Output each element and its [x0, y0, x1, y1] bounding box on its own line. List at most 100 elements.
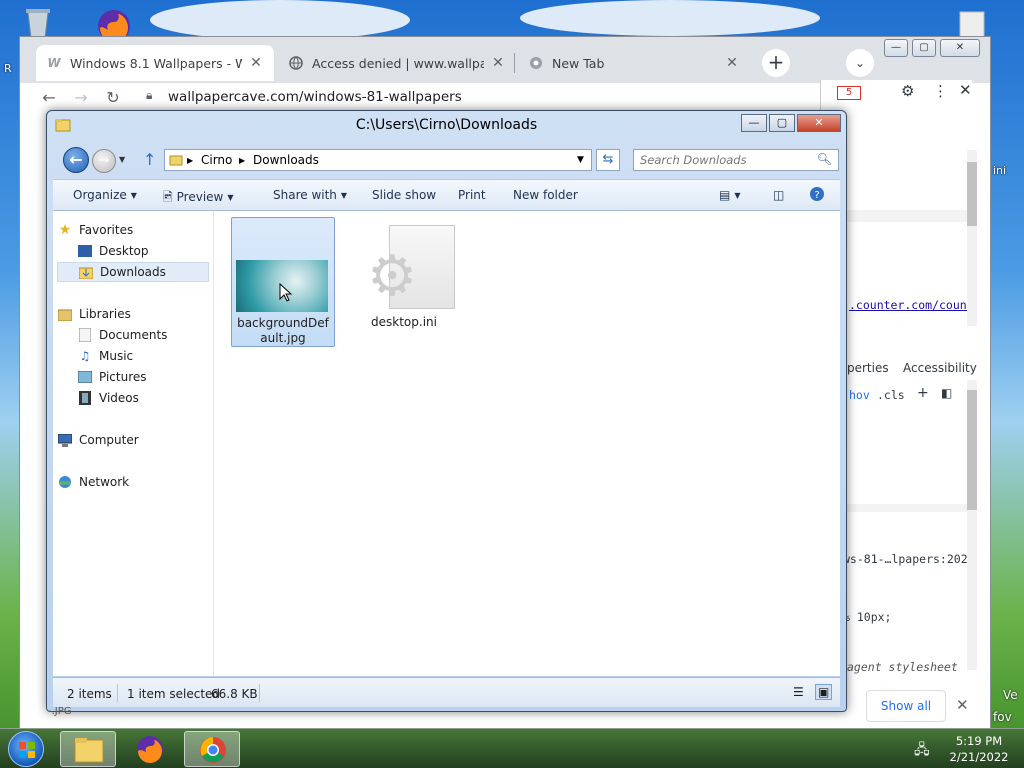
taskbar-firefox[interactable]: [122, 731, 178, 767]
explorer-window: C:\Users\Cirno\Downloads — ▢ ✕ ← → ▼ ↑ ▶…: [46, 110, 847, 712]
chrome-tab-strip: W Windows 8.1 Wallpapers - Wallpa ✕ Acce…: [20, 37, 990, 83]
new-folder-button[interactable]: New folder: [513, 188, 578, 202]
network-tray-icon[interactable]: 🖧︎: [914, 739, 930, 763]
tab-separator: [514, 53, 515, 73]
desktop-edge-label: Ve: [1003, 688, 1018, 702]
tab-close-icon[interactable]: ✕: [248, 55, 264, 71]
nav-documents[interactable]: Documents: [77, 325, 209, 345]
back-arrow-icon: ←: [69, 150, 83, 169]
desktop-edge-label: R: [4, 62, 12, 75]
cloud: [150, 0, 410, 40]
error-count-badge[interactable]: 5: [837, 86, 861, 100]
recent-pages-dropdown[interactable]: ▼: [119, 155, 125, 164]
nav-computer[interactable]: Computer: [57, 430, 209, 450]
address-bar[interactable]: ▶ Cirno ▶ Downloads ▼: [164, 149, 592, 171]
tab-properties[interactable]: perties: [847, 361, 889, 375]
print-button[interactable]: Print: [458, 188, 486, 202]
globe-icon: [288, 55, 304, 71]
counter-link[interactable]: .counter.com/count: [849, 298, 974, 312]
preview-button[interactable]: 🖻︎ Preview ▼: [163, 188, 234, 209]
address-dropdown-icon[interactable]: ▼: [577, 155, 584, 165]
slide-show-button[interactable]: Slide show: [372, 188, 436, 202]
file-item-backgrounddefault[interactable]: backgroundDefault.jpg: [231, 217, 335, 347]
scrollbar-thumb[interactable]: [967, 162, 977, 226]
nav-music[interactable]: ♫ Music: [77, 346, 209, 366]
folder-icon: [169, 153, 183, 170]
organize-button[interactable]: Organize ▼: [73, 188, 137, 202]
lock-icon: 🔒︎: [146, 88, 153, 102]
tab-label: Windows 8.1 Wallpapers - Wallpa: [70, 55, 242, 71]
refresh-button[interactable]: ⇆: [596, 149, 620, 171]
taskbar: 🖧︎ 5:19 PM 2/21/2022: [0, 728, 1024, 768]
clock[interactable]: 5:19 PM 2/21/2022: [944, 733, 1014, 765]
share-with-button[interactable]: Share with ▼: [273, 188, 347, 202]
minimize-button[interactable]: —: [884, 39, 908, 57]
add-style-icon[interactable]: +: [917, 385, 929, 401]
taskbar-chrome[interactable]: [184, 731, 240, 767]
address-bar[interactable]: wallpapercave.com/windows-81-wallpapers: [168, 89, 462, 105]
help-icon[interactable]: ?: [809, 186, 825, 205]
view-options-button[interactable]: ▤ ▼: [719, 188, 741, 202]
search-box[interactable]: 🔍︎: [633, 149, 839, 171]
nav-videos[interactable]: Videos: [77, 388, 209, 408]
breadcrumb-downloads[interactable]: Downloads: [253, 153, 319, 167]
taskbar-explorer[interactable]: [60, 731, 116, 767]
view-icon: ▤: [719, 188, 731, 202]
tab-new-tab[interactable]: New Tab ✕: [518, 45, 750, 81]
breadcrumb-chevron-icon[interactable]: ▶: [187, 156, 193, 165]
forward-arrow-icon[interactable]: →: [70, 87, 92, 109]
back-arrow-icon[interactable]: ←: [38, 87, 60, 109]
close-icon[interactable]: ✕: [956, 696, 969, 714]
tab-accessibility[interactable]: Accessibility: [903, 361, 977, 375]
new-tab-button[interactable]: +: [762, 49, 790, 77]
devtools-menu-icon[interactable]: ⋮: [933, 82, 948, 100]
hov-toggle[interactable]: hov: [849, 388, 870, 402]
minimize-button[interactable]: —: [741, 114, 767, 132]
wallpapercave-favicon-icon: W: [47, 56, 61, 70]
nav-desktop[interactable]: Desktop: [77, 241, 209, 261]
start-button[interactable]: [8, 731, 44, 767]
back-button[interactable]: ←: [63, 147, 89, 173]
toggle-sidebar-icon[interactable]: ◧: [941, 386, 952, 400]
details-view-icon[interactable]: ☰: [793, 685, 804, 699]
nav-downloads[interactable]: Downloads: [57, 262, 209, 282]
forward-button[interactable]: →: [92, 149, 116, 173]
tab-search-button[interactable]: ⌄: [846, 49, 874, 77]
up-arrow-icon[interactable]: ↑: [143, 150, 156, 169]
clock-time: 5:19 PM: [955, 734, 1003, 748]
show-all-button[interactable]: Show all: [866, 690, 946, 722]
nav-network[interactable]: Network: [57, 472, 209, 492]
tab-close-icon[interactable]: ✕: [724, 55, 740, 71]
desktop-edge-label: fov: [993, 710, 1012, 724]
computer-icon: [57, 432, 73, 448]
nav-libraries[interactable]: Libraries: [57, 304, 209, 324]
breadcrumb-chevron-icon[interactable]: ▶: [239, 156, 245, 165]
file-name: backgroundDefault.jpg: [237, 316, 329, 345]
large-icons-view-icon[interactable]: ▣: [815, 684, 833, 700]
settings-gear-icon[interactable]: ⚙: [901, 82, 914, 100]
close-button[interactable]: ✕: [940, 39, 980, 57]
cls-toggle[interactable]: .cls: [877, 388, 905, 402]
explorer-nav-bar: ← → ▼ ↑ ▶ Cirno ▶ Downloads ▼ ⇆ 🔍︎: [47, 145, 846, 175]
source-link[interactable]: ws-81-…lpapers:202: [843, 552, 968, 566]
tab-close-icon[interactable]: ✕: [490, 55, 506, 71]
search-input[interactable]: [640, 151, 816, 169]
maximize-button[interactable]: ▢: [912, 39, 936, 57]
nav-favorites[interactable]: ★ Favorites: [57, 220, 209, 240]
tab-access-denied[interactable]: Access denied | www.wallpaperb ✕: [278, 45, 516, 81]
preview-pane-icon[interactable]: ◫: [773, 188, 784, 202]
devtools-close-icon[interactable]: ✕: [959, 81, 972, 99]
close-button[interactable]: ✕: [797, 114, 841, 132]
breadcrumb-cirno[interactable]: Cirno: [201, 153, 232, 167]
status-bar: 2 items 1 item selected 66.8 KB ☰ ▣: [53, 677, 840, 707]
file-item-desktop-ini[interactable]: ⚙ desktop.ini: [353, 217, 457, 347]
scrollbar-thumb[interactable]: [967, 390, 977, 510]
tab-wallpapercave[interactable]: W Windows 8.1 Wallpapers - Wallpa ✕: [36, 45, 274, 81]
gear-icon: ⚙: [367, 244, 418, 309]
refresh-icon: ⇆: [602, 152, 614, 167]
nav-pictures[interactable]: Pictures: [77, 367, 209, 387]
folder-icon: [74, 738, 104, 763]
status-separator: [259, 684, 260, 702]
reload-icon[interactable]: ↻: [102, 87, 124, 109]
maximize-button[interactable]: ▢: [769, 114, 795, 132]
